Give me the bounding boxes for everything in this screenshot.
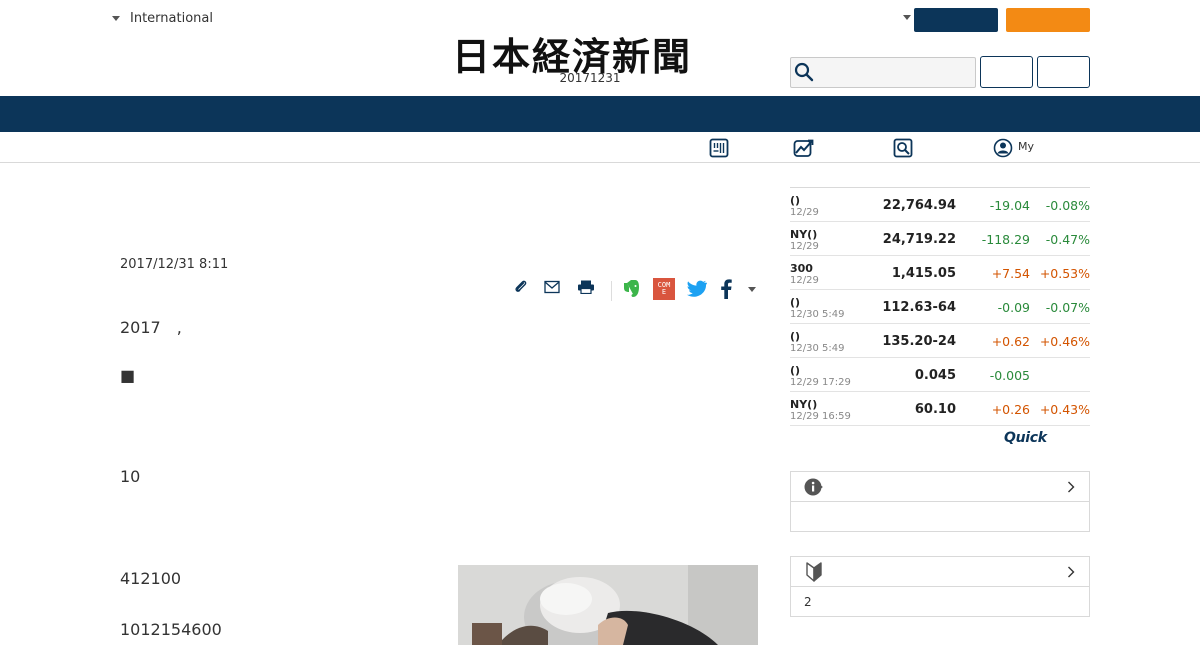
market-value: 60.10 xyxy=(914,402,956,417)
market-time: 12/29 xyxy=(790,207,819,218)
quick-provider-logo[interactable]: Quick xyxy=(1004,430,1047,446)
market-percent: +0.46% xyxy=(1039,334,1090,349)
market-row[interactable]: NY() 12/29 16:59 60.10 +0.26 +0.43% xyxy=(790,392,1090,426)
market-row[interactable]: () 12/29 17:29 0.045 -0.005 xyxy=(790,358,1090,392)
market-table: () 12/29 22,764.94 -19.04 -0.08% NY() 12… xyxy=(790,187,1090,426)
market-row[interactable]: () 12/29 22,764.94 -19.04 -0.08% xyxy=(790,188,1090,222)
market-name: NY() xyxy=(790,398,818,411)
info-box-body xyxy=(791,502,1089,518)
market-time: 12/30 5:49 xyxy=(790,343,845,354)
outline-button-1[interactable] xyxy=(980,56,1033,88)
clip-icon[interactable] xyxy=(512,278,530,296)
market-change: -0.09 xyxy=(997,300,1030,315)
chevron-right-icon xyxy=(1068,566,1075,578)
market-name: NY() xyxy=(790,228,818,241)
beginner-mark-icon xyxy=(806,562,822,582)
article-paragraph-4: 412100 xyxy=(120,569,182,588)
market-value: 135.20-24 xyxy=(882,334,956,349)
market-change: +0.26 xyxy=(991,402,1030,417)
market-value: 24,719.22 xyxy=(882,232,956,247)
market-percent: +0.43% xyxy=(1039,402,1090,417)
bowing-person-image xyxy=(458,565,758,645)
caret-down-icon xyxy=(112,16,120,21)
market-change: -118.29 xyxy=(981,232,1030,247)
share-divider xyxy=(611,281,612,301)
search-doc-icon[interactable] xyxy=(893,138,913,158)
market-row[interactable]: () 12/30 5:49 135.20-24 +0.62 +0.46% xyxy=(790,324,1090,358)
newspaper-icon[interactable] xyxy=(709,138,729,158)
evernote-icon[interactable] xyxy=(622,278,642,300)
market-name: () xyxy=(790,330,801,343)
market-change: -19.04 xyxy=(989,198,1030,213)
market-time: 12/29 xyxy=(790,241,819,252)
orange-header-button[interactable] xyxy=(1006,8,1090,32)
market-name: () xyxy=(790,364,801,377)
come-label: COME xyxy=(657,281,671,296)
info-box xyxy=(790,471,1090,532)
market-value: 0.045 xyxy=(914,368,956,383)
print-icon[interactable] xyxy=(576,278,596,296)
article-paragraph-2: ■ xyxy=(120,366,136,385)
facebook-icon[interactable] xyxy=(716,278,736,300)
market-row[interactable]: NY() 12/29 24,719.22 -118.29 -0.47% xyxy=(790,222,1090,256)
edition-selector[interactable]: International xyxy=(112,11,213,26)
outline-button-2[interactable] xyxy=(1037,56,1090,88)
info-box-header[interactable] xyxy=(791,472,1089,502)
article-paragraph-3: 10 xyxy=(120,467,141,486)
chevron-right-icon xyxy=(1068,481,1075,493)
beginner-box-header[interactable] xyxy=(791,557,1089,587)
search-icon[interactable] xyxy=(794,62,814,82)
market-name: () xyxy=(790,296,801,309)
market-percent: +0.53% xyxy=(1039,266,1090,281)
market-row[interactable]: () 12/30 5:49 112.63-64 -0.09 -0.07% xyxy=(790,290,1090,324)
beginner-box-body: 2 xyxy=(804,595,812,609)
main-navigation-bar[interactable] xyxy=(0,96,1200,132)
market-name: () xyxy=(790,194,801,207)
navy-header-button[interactable] xyxy=(914,8,998,32)
market-row[interactable]: 300 12/29 1,415.05 +7.54 +0.53% xyxy=(790,256,1090,290)
market-time: 12/29 xyxy=(790,275,819,286)
user-icon[interactable] xyxy=(993,138,1013,158)
market-change: +0.62 xyxy=(991,334,1030,349)
chart-icon[interactable] xyxy=(793,138,815,158)
market-value: 1,415.05 xyxy=(891,266,956,281)
market-time: 12/30 5:49 xyxy=(790,309,845,320)
market-time: 12/29 16:59 xyxy=(790,411,851,422)
more-caret-icon[interactable] xyxy=(745,278,759,300)
market-value: 22,764.94 xyxy=(882,198,956,213)
twitter-icon[interactable] xyxy=(685,278,707,300)
search-input[interactable] xyxy=(790,57,976,88)
paper-date: 20171231 xyxy=(559,71,621,85)
market-value: 112.63-64 xyxy=(882,300,956,315)
caret-down-icon[interactable] xyxy=(903,15,911,20)
market-percent: -0.47% xyxy=(1045,232,1090,247)
mail-icon[interactable] xyxy=(543,278,561,296)
market-time: 12/29 17:29 xyxy=(790,377,851,388)
market-change: -0.005 xyxy=(989,368,1030,383)
my-page-label[interactable]: My xyxy=(1018,140,1034,153)
market-change: +7.54 xyxy=(991,266,1030,281)
come-icon[interactable]: COME xyxy=(653,278,675,300)
edition-label: International xyxy=(130,11,213,26)
article-paragraph-1: 2017 , xyxy=(120,318,182,337)
info-icon xyxy=(804,478,823,496)
market-percent: -0.08% xyxy=(1045,198,1090,213)
market-percent: -0.07% xyxy=(1045,300,1090,315)
article-date: 2017/12/31 8:11 xyxy=(120,257,229,272)
article-photo[interactable] xyxy=(458,565,758,645)
market-name: 300 xyxy=(790,262,813,275)
beginner-box: 2 xyxy=(790,556,1090,617)
